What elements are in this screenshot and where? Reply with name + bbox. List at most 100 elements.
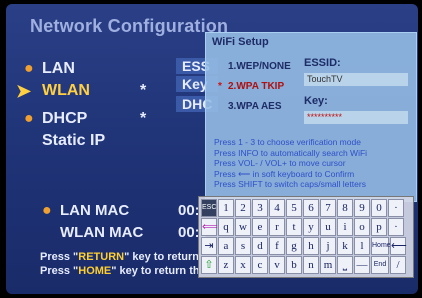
key[interactable]: y: [303, 218, 319, 236]
footer-help: Press "RETURN" key to return Press "HOME…: [40, 250, 200, 278]
option-wpa-tkip[interactable]: * 2.WPA TKIP: [218, 81, 285, 92]
key[interactable]: o: [354, 218, 370, 236]
key[interactable]: 8: [337, 199, 353, 217]
key[interactable]: w: [235, 218, 251, 236]
essid-label: ESSID:: [304, 57, 341, 69]
selection-arrow-icon: ➤: [16, 81, 32, 101]
key[interactable]: j: [320, 237, 336, 255]
soft-keyboard: ESC 1 2 3 4 5 6 7 8 9 0 · ⟸ q w e r t y …: [198, 196, 414, 278]
key[interactable]: g: [286, 237, 302, 255]
lan-mac-label: LAN MAC: [60, 202, 130, 219]
end-key[interactable]: End: [371, 256, 389, 274]
bullet-icon: ●: [42, 202, 52, 219]
key-label: Key:: [304, 95, 328, 107]
key[interactable]: 3: [252, 199, 268, 217]
hint-line: Press ⟵ in soft keyboard to Confirm: [214, 168, 355, 179]
key[interactable]: 2: [235, 199, 251, 217]
bullet-icon: ●: [24, 110, 34, 127]
key[interactable]: h: [303, 237, 319, 255]
menu-item-wlan[interactable]: ➤ WLAN *: [16, 80, 146, 102]
key[interactable]: c: [252, 256, 268, 274]
menu-item-dhcp[interactable]: ● DHCP *: [24, 108, 146, 130]
key[interactable]: e: [252, 218, 268, 236]
key[interactable]: 9: [354, 199, 370, 217]
menu-item-label: DHCP: [42, 110, 88, 127]
option-wpa-aes[interactable]: 3.WPA AES: [228, 101, 282, 112]
key[interactable]: q: [218, 218, 234, 236]
key[interactable]: l: [354, 237, 370, 255]
key[interactable]: 4: [269, 199, 285, 217]
backspace-icon[interactable]: ⟸: [201, 218, 218, 236]
essid-input[interactable]: TouchTV: [304, 73, 408, 86]
mac-section: ● LAN MAC 00:1 WLAN MAC 00:0: [42, 200, 208, 244]
keyboard-row: ESC 1 2 3 4 5 6 7 8 9 0 ·: [201, 199, 404, 217]
lan-mac-row: ● LAN MAC 00:1: [42, 200, 208, 222]
footer-text: Press ": [40, 265, 79, 277]
option-wep[interactable]: 1.WEP/NONE: [228, 61, 291, 72]
page-title: Network Configuration: [30, 16, 229, 36]
footer-text: " key to return th: [111, 265, 200, 277]
key[interactable]: 6: [303, 199, 319, 217]
selected-marker: *: [218, 81, 222, 92]
key[interactable]: /: [390, 256, 406, 274]
menu-item-label: WLAN: [42, 82, 90, 99]
key-input[interactable]: **********: [304, 111, 408, 124]
key[interactable]: t: [286, 218, 302, 236]
menu-item-lan[interactable]: ● LAN: [24, 58, 105, 80]
key[interactable]: m: [320, 256, 336, 274]
hint-line: Press 1 - 3 to choose verification mode: [214, 137, 361, 147]
footer-line-home: Press "HOME" key to return th: [40, 264, 200, 278]
footer-text: " key to return: [124, 251, 199, 263]
option-label: 2.WPA TKIP: [228, 81, 285, 92]
wlan-mac-label: WLAN MAC: [60, 224, 144, 241]
key[interactable]: b: [286, 256, 302, 274]
dialog-hints: Press 1 - 3 to choose verification mode …: [214, 137, 367, 190]
wifi-setup-dialog: WiFi Setup 1.WEP/NONE * 2.WPA TKIP 3.WPA…: [205, 32, 417, 202]
key[interactable]: u: [320, 218, 336, 236]
enabled-star: *: [140, 82, 147, 99]
enter-icon[interactable]: ⟵: [390, 237, 407, 255]
enabled-star: *: [140, 110, 147, 127]
footer-line-return: Press "RETURN" key to return: [40, 250, 200, 264]
key[interactable]: 0: [371, 199, 387, 217]
key[interactable]: 7: [320, 199, 336, 217]
menu-item-static-ip[interactable]: Static IP: [42, 130, 105, 152]
keyboard-row: ⟸ q w e r t y u i o p ·: [201, 218, 404, 236]
key[interactable]: i: [337, 218, 353, 236]
key[interactable]: n: [303, 256, 319, 274]
config-menu: ● LAN ➤ WLAN * ● DHCP * Static IP: [16, 58, 146, 152]
hint-line: Press SHIFT to switch caps/small letters: [214, 179, 366, 189]
space-icon[interactable]: ⎵: [337, 256, 353, 274]
esc-key[interactable]: ESC: [201, 199, 217, 217]
key[interactable]: 1: [218, 199, 234, 217]
return-key-label: RETURN: [78, 251, 125, 263]
tab-icon[interactable]: ⇥: [201, 237, 217, 255]
keyboard-row: ⇧ z x c v b n m ⎵ — End /: [201, 256, 406, 274]
menu-item-label: Static IP: [42, 132, 106, 149]
key[interactable]: x: [235, 256, 251, 274]
key[interactable]: v: [269, 256, 285, 274]
key[interactable]: —: [354, 256, 370, 274]
key[interactable]: z: [218, 256, 234, 274]
bullet-icon: ●: [24, 60, 34, 77]
shift-icon[interactable]: ⇧: [201, 256, 217, 274]
home-key-label: HOME: [78, 265, 112, 277]
wlan-mac-row: WLAN MAC 00:0: [60, 222, 208, 244]
footer-text: Press ": [40, 251, 79, 263]
key[interactable]: d: [252, 237, 268, 255]
key[interactable]: 5: [286, 199, 302, 217]
key[interactable]: f: [269, 237, 285, 255]
menu-item-label: LAN: [42, 60, 75, 77]
key[interactable]: ·: [388, 218, 404, 236]
key[interactable]: s: [235, 237, 251, 255]
key[interactable]: r: [269, 218, 285, 236]
hint-line: Press VOL- / VOL+ to move cursor: [214, 158, 346, 168]
keyboard-row: ⇥ a s d f g h j k l Home ⟵: [201, 237, 407, 255]
key[interactable]: a: [218, 237, 234, 255]
key[interactable]: k: [337, 237, 353, 255]
hint-line: Press INFO to automatically search WiFi: [214, 147, 368, 158]
key[interactable]: p: [371, 218, 387, 236]
dialog-title: WiFi Setup: [212, 36, 269, 48]
home-key[interactable]: Home: [371, 237, 391, 255]
key[interactable]: ·: [388, 199, 404, 217]
